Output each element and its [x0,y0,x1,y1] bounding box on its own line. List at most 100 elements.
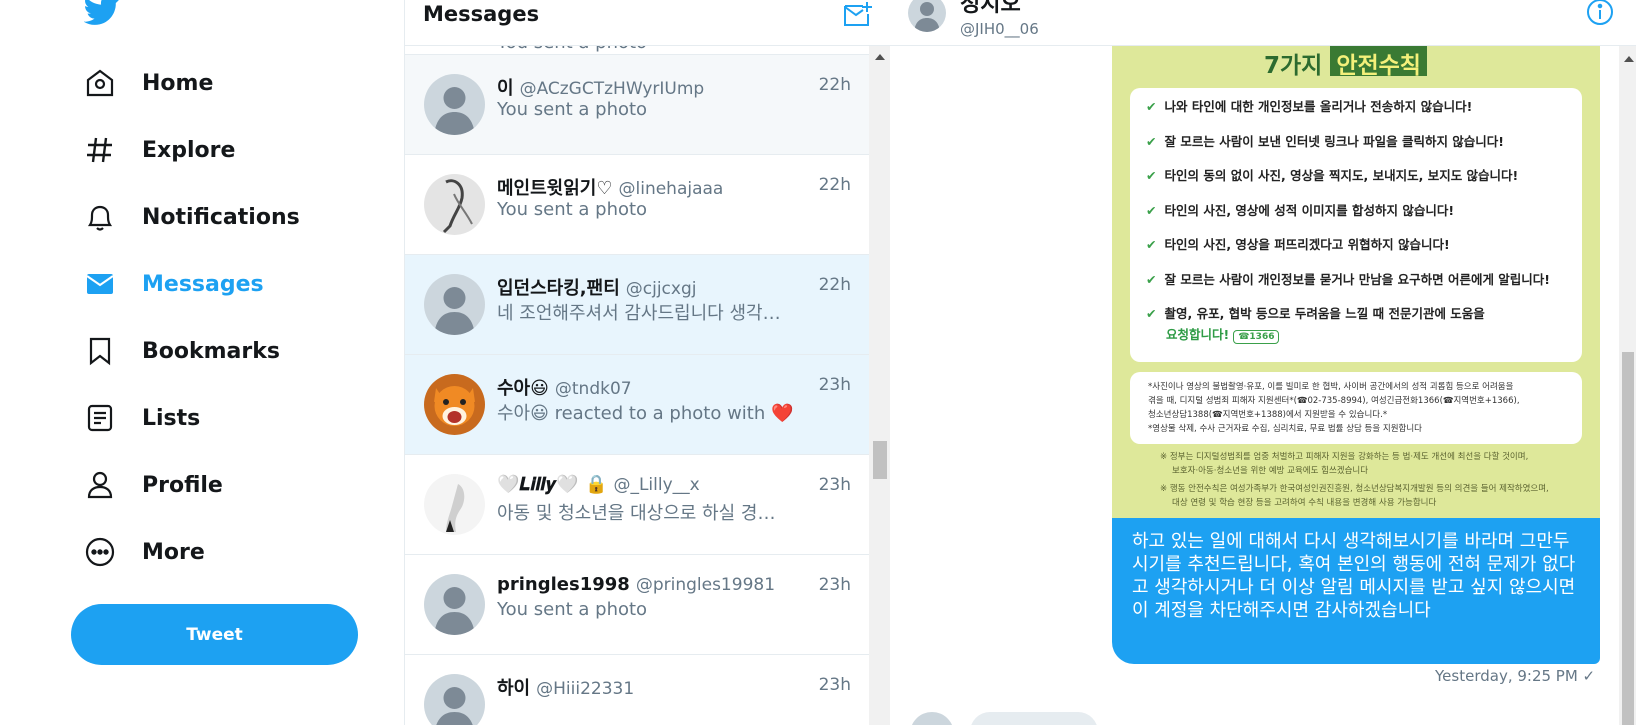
conversation-name: 🤍𝑳𝒊𝒍𝒍𝒚🤍 🔒 @_Lilly__x [497,474,700,495]
safety-rule: ✔ 잘 모르는 사람이 개인정보를 묻거나 만남을 요구하면 어른에게 알립니다! [1146,272,1551,287]
conversation-pane: 정지오 @JIH0__06 7가지 안전수칙 ✔ 나와 타인에 대한 개인정보를 올… [890,0,1636,725]
received-message-bubble[interactable] [970,712,1098,725]
conversation-item[interactable]: 🤍𝑳𝒊𝒍𝒍𝒚🤍 🔒 @_Lilly__x 23h 아동 및 청소년을 대상으로 하… [405,455,869,555]
nav-messages[interactable]: Messages [84,262,264,306]
safety-rule: ✔ 타인의 사진, 영상에 성적 이미지를 합성하지 않습니다! [1146,203,1455,218]
scroll-up-arrow-icon[interactable] [1624,56,1634,62]
safety-rule-continued: 요청합니다! ☎1366 [1166,324,1280,344]
conversation-name: 입던스타킹,팬티 @cjjcxgj [497,278,697,299]
new-message-icon[interactable] [843,0,873,28]
conversation-preview: 네 조언해주셔서 감사드립니다 생각… [497,303,781,324]
conversation-time: 23h [818,375,851,395]
conversation-item[interactable]: 입던스타킹,팬티 @cjjcxgj 22h 네 조언해주셔서 감사드립니다 생각… [405,255,869,355]
poster-footnote: ※ 정부는 디지털성범죄를 엄중 처벌하고 피해자 지원을 강화하는 등 법·제… [1160,452,1529,462]
list-scrollbar[interactable] [869,46,890,725]
home-icon [84,67,116,99]
nav-home-label: Home [142,70,214,96]
conversation-time: 22h [818,175,851,195]
check-icon: ✔ [1146,134,1157,149]
message-image[interactable]: 7가지 안전수칙 ✔ 나와 타인에 대한 개인정보를 올리거나 전송하지 않습니다!… [1112,46,1600,518]
conversation-item[interactable]: 메인트윗읽기♡ @linehajaaa 22h You sent a photo [405,155,869,255]
sent-message-bubble[interactable]: 하고 있는 일에 대해서 다시 생각해보시기를 바라며 그만두시기를 추천드립니… [1112,518,1600,664]
check-icon: ✔ [1146,272,1157,287]
avatar [424,174,485,235]
info-icon[interactable] [1586,0,1614,26]
conversation-item[interactable]: pringles1998 @pringles19981 23h You sent … [405,555,869,655]
scrollbar-thumb[interactable] [1622,352,1634,725]
nav-lists[interactable]: Lists [84,396,200,440]
conversation-preview: You sent a photo [497,99,648,120]
safety-rule: ✔ 타인의 동의 없이 사진, 영상을 찍지도, 보내지도, 보지도 않습니다! [1146,168,1519,183]
default-avatar-icon [424,674,485,725]
safety-rule: ✔ 잘 모르는 사람이 보낸 인터넷 링크나 파일을 클릭하지 않습니다! [1146,134,1505,149]
nav-bookmarks[interactable]: Bookmarks [84,329,280,373]
nav-notifications[interactable]: Notifications [84,195,300,239]
conversation-name: 메인트윗읽기♡ @linehajaaa [497,178,724,199]
conversation-header: 정지오 @JIH0__06 [890,0,1636,46]
conversation-items: You sent a photo 이@ACzGCTzHWyrIUmp 22h Y… [405,0,869,725]
conversation-name: 수아😃 @tndk07 [497,378,632,399]
support-note: 청소년상담1388(☎지역번호+1388)에서 지원받을 수 있습니다.* [1148,410,1388,420]
fox-avatar [424,374,485,435]
conversation-preview: 아동 및 청소년을 대상으로 하실 경… [497,503,776,524]
conversation-time: 23h [818,675,851,695]
support-note-box: *사진이나 영상의 불법촬영·유포, 이를 빌미로 한 협박, 사이버 공간에서… [1130,372,1582,444]
conversation-name: pringles1998 @pringles19981 [497,574,776,595]
conversation-time: 22h [818,275,851,295]
conversation-list: Messages You sent a photo 이@ACzGCTzHWyrI… [404,0,890,725]
default-avatar-icon [424,274,485,335]
conversation-time: 23h [818,575,851,595]
conversation-name: 하이 @Hiii22331 [497,678,635,699]
safety-rule: ✔ 타인의 사진, 영상을 퍼뜨리겠다고 위협하지 않습니다! [1146,237,1450,252]
conversation-preview: 수아😃 reacted to a photo with ❤️ [497,403,794,424]
message-timestamp: Yesterday, 9:25 PM ✓ [1435,667,1596,685]
conversation-preview: You sent a photo [497,599,648,620]
twitter-app: Home Explore Notifications Messages Book… [0,0,1636,725]
primary-nav: Home Explore Notifications Messages Book… [0,0,404,725]
scroll-up-arrow-icon[interactable] [875,54,885,60]
default-avatar-icon [424,574,485,635]
default-avatar-icon[interactable] [910,712,954,725]
conversation-item[interactable]: 이 @ACzGCTzHWyrIUmp 22h You sent a photo [405,55,869,155]
tweet-button[interactable]: Tweet [71,604,358,665]
support-note: *영상물 삭제, 수사 근거자료 수집, 심리치료, 무료 법률 상담 등을 지… [1148,424,1422,434]
envelope-icon [84,268,116,300]
avatar [424,474,485,535]
poster-footnote: ※ 행동 안전수칙은 여성가족부가 한국여성인권진흥원, 청소년상담복지개발원 … [1160,484,1549,494]
nav-profile[interactable]: Profile [84,463,223,507]
nav-profile-label: Profile [142,472,223,498]
default-avatar-icon[interactable] [908,0,946,32]
nav-notifications-label: Notifications [142,204,300,230]
conversation-item[interactable]: 수아😃 @tndk07 23h 수아😃 reacted to a photo wi… [405,355,869,455]
support-note: *사진이나 영상의 불법촬영·유포, 이를 빌미로 한 협박, 사이버 공간에서… [1148,382,1514,392]
rules-box: ✔ 나와 타인에 대한 개인정보를 올리거나 전송하지 않습니다! ✔ 잘 모르는 … [1130,88,1582,362]
check-icon: ✔ [1146,99,1157,114]
check-icon: ✔ [1146,203,1157,218]
list-icon [84,402,116,434]
hashtag-icon [84,134,116,166]
nav-more[interactable]: More [84,530,205,574]
nav-lists-label: Lists [142,405,201,431]
safety-rule: ✔ 촬영, 유포, 협박 등으로 두려움을 느낄 때 전문기관에 도움을 [1146,306,1485,321]
more-icon [84,536,116,568]
support-note: 겪을 때, 디지털 성범죄 피해자 지원센터*(☎02-735-8994), 여… [1148,396,1520,406]
nav-explore-label: Explore [142,137,236,163]
twitter-logo-icon[interactable] [83,0,120,28]
bookmark-icon [84,335,116,367]
nav-more-label: More [142,539,205,565]
poster-title: 7가지 안전수칙 [1260,46,1427,79]
scrollbar-thumb[interactable] [873,441,887,479]
conversation-handle: @JIH0__06 [960,20,1039,38]
conversation-preview: You sent a photo [497,199,648,220]
check-icon: ✔ [1146,168,1157,183]
conversation-item[interactable]: 하이 @Hiii22331 23h [405,655,869,725]
conversation-name: 이 @ACzGCTzHWyrIUmp [497,78,705,99]
conversation-time: 23h [818,475,851,495]
conversation-time: 22h [818,75,851,95]
chat-scrollbar[interactable] [1619,46,1636,725]
messages-title: Messages [423,2,540,26]
list-header: Messages [405,0,890,46]
check-icon: ✔ [1146,237,1157,252]
nav-explore[interactable]: Explore [84,128,235,172]
nav-home[interactable]: Home [84,61,213,105]
